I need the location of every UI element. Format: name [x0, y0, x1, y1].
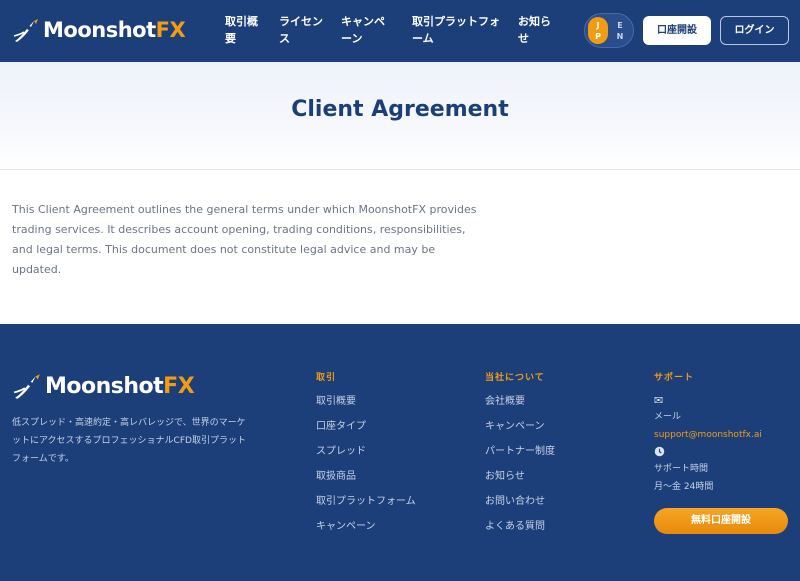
nav-item-license[interactable]: ライセンス: [279, 13, 323, 47]
footer-link[interactable]: 取扱商品: [316, 469, 416, 494]
footer-brand-name-accent: FX: [163, 373, 195, 399]
nav-item-news[interactable]: お知らせ: [518, 13, 551, 47]
lang-jp-option[interactable]: J P: [588, 17, 608, 44]
envelope-icon: ✉: [654, 394, 664, 407]
footer-description: 低スプレッド・高速約定・高レバレッジで、世界のマーケットにアクセスするプロフェッ…: [12, 418, 246, 464]
footer-link[interactable]: 口座タイプ: [316, 419, 416, 444]
rocket-icon: [13, 19, 38, 42]
footer-trading-title: 取引: [316, 373, 337, 383]
support-hours-label: サポート時間: [654, 464, 709, 474]
footer-link[interactable]: 取引概要: [316, 394, 416, 419]
open-account-button[interactable]: 口座開設: [643, 16, 711, 45]
footer-company-title: 当社について: [485, 373, 545, 383]
footer-link[interactable]: スプレッド: [316, 444, 416, 469]
site-footer: MoonshotFX 低スプレッド・高速約定・高レバレッジで、世界のマーケットに…: [0, 324, 800, 581]
brand-name-accent: FX: [155, 18, 186, 42]
support-hours: 月〜金 24時間: [654, 482, 714, 492]
language-switcher[interactable]: J P E N: [584, 13, 634, 48]
brand-logo[interactable]: MoonshotFX: [12, 16, 186, 44]
footer-link[interactable]: キャンペーン: [316, 519, 416, 544]
footer-brand-name: Moonshot: [45, 373, 164, 399]
page-title: Client Agreement: [291, 97, 509, 122]
clock-icon: [654, 446, 794, 462]
rocket-icon: [13, 374, 40, 399]
intro-paragraph: This Client Agreement outlines the gener…: [12, 203, 477, 276]
footer-link[interactable]: 会社概要: [485, 394, 555, 419]
footer-company-links: 会社概要 キャンペーン パートナー制度 お知らせ お問い合わせ よくある質問: [485, 394, 555, 544]
nav-item-trading-overview[interactable]: 取引概要: [225, 13, 258, 47]
login-button[interactable]: ログイン: [720, 16, 789, 45]
support-email-link[interactable]: support@moonshotfx.ai: [654, 428, 794, 446]
brand-name: Moonshot: [43, 18, 156, 42]
page-hero: Client Agreement: [0, 62, 800, 170]
footer-link[interactable]: キャンペーン: [485, 419, 555, 444]
lang-en-option[interactable]: E N: [615, 20, 625, 42]
footer-link[interactable]: パートナー制度: [485, 444, 555, 469]
footer-link[interactable]: 取引プラットフォーム: [316, 494, 416, 519]
footer-support-title: サポート: [654, 373, 695, 383]
footer-support: ✉ メール support@moonshotfx.ai サポート時間 月〜金 2…: [654, 394, 794, 498]
free-account-button[interactable]: 無料口座開設: [654, 508, 788, 534]
footer-link[interactable]: お問い合わせ: [485, 494, 555, 519]
nav-item-campaign[interactable]: キャンペ ーン: [341, 13, 385, 47]
site-header: MoonshotFX 取引概要 ライセンス キャンペ ーン 取引プラットフォ ーム …: [0, 0, 800, 62]
footer-logo[interactable]: MoonshotFX: [12, 371, 195, 401]
footer-link[interactable]: お知らせ: [485, 469, 555, 494]
support-mail-label: メール: [654, 412, 682, 422]
footer-trading-links: 取引概要 口座タイプ スプレッド 取扱商品 取引プラットフォーム キャンペーン: [316, 394, 416, 544]
footer-link[interactable]: よくある質問: [485, 519, 555, 544]
nav-item-trading-platform[interactable]: 取引プラットフォ ーム: [412, 13, 500, 47]
